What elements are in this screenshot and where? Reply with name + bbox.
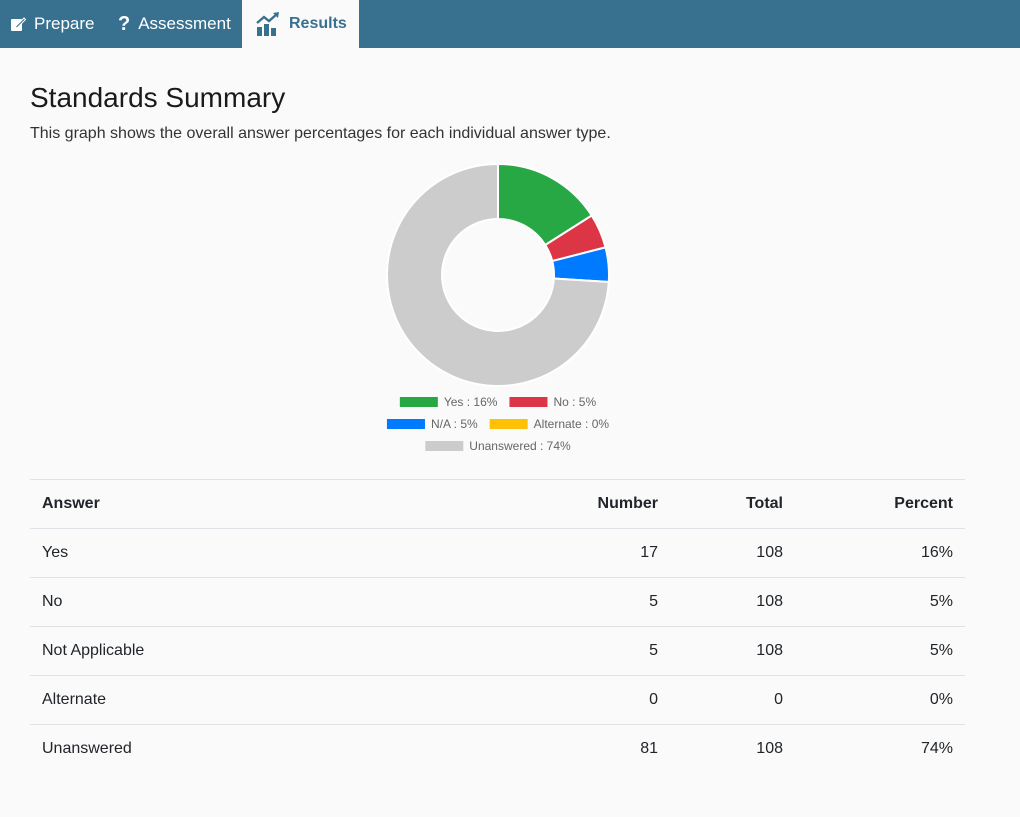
legend-swatch-n-a [386,419,425,429]
row-percent: 16% [795,528,965,578]
legend-label-alternate: Alternate : 0% [534,417,610,431]
row-number: 17 [520,528,670,578]
row-answer: Unanswered [30,724,520,774]
table-row: Yes 17 108 16% [30,528,965,578]
header-answer: Answer [30,479,520,529]
table-row: Unanswered 81 108 74% [30,724,965,774]
row-number: 5 [520,577,670,627]
row-answer: Yes [30,528,520,578]
table-row: No 5 108 5% [30,577,965,627]
row-percent: 5% [795,626,965,676]
row-percent: 74% [795,724,965,774]
table-row: Not Applicable 5 108 5% [30,626,965,676]
row-number: 81 [520,724,670,774]
legend-swatch-unanswered [425,441,464,451]
table-header-row: Answer Number Total Percent [30,479,965,529]
row-number: 0 [520,675,670,725]
row-total: 108 [670,577,795,627]
legend-swatch-no [509,397,548,407]
row-percent: 0% [795,675,965,725]
row-answer: Not Applicable [30,626,520,676]
row-total: 108 [670,626,795,676]
table-row: Alternate 0 0 0% [30,675,965,725]
legend-label-yes: Yes : 16% [444,395,498,409]
legend-label-unanswered: Unanswered : 74% [469,439,571,453]
row-total: 0 [670,675,795,725]
legend-swatch-alternate [489,419,528,429]
answer-donut-chart: Yes : 16% No : 5% N/A : 5% Alternate : 0% Un… [386,162,610,453]
header-total: Total [670,479,795,529]
row-answer: Alternate [30,675,520,725]
answer-summary-table: Answer Number Total Percent Yes 17 108 1… [30,479,965,774]
header-percent: Percent [795,479,965,529]
row-percent: 5% [795,577,965,627]
row-answer: No [30,577,520,627]
row-total: 108 [670,724,795,774]
row-number: 5 [520,626,670,676]
legend-swatch-yes [399,397,438,407]
legend-label-no: No : 5% [553,395,596,409]
legend-label-n-a: N/A : 5% [431,417,478,431]
header-number: Number [520,479,670,529]
row-total: 108 [670,528,795,578]
